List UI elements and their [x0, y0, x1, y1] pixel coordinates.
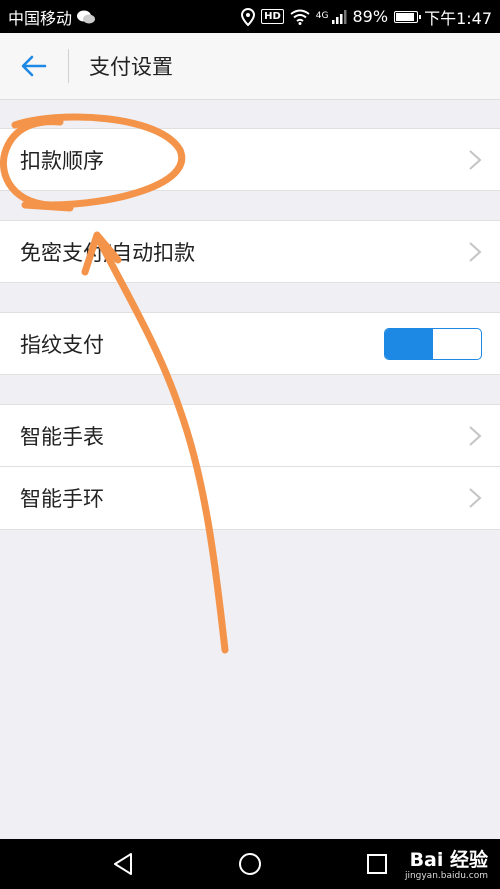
status-left: 中国移动 — [8, 5, 96, 29]
annotation-underline — [21, 201, 74, 212]
signal-icon — [331, 9, 346, 24]
battery-icon — [394, 10, 422, 23]
chevron-right-icon — [469, 425, 482, 446]
settings-group-4: 智能手表 智能手环 — [0, 404, 500, 530]
network-type: 4G — [315, 10, 329, 21]
setting-label: 扣款顺序 — [20, 148, 104, 173]
settings-group-3: 指纹支付 — [0, 312, 500, 375]
watermark-url: jingyan.baidu.com — [404, 871, 488, 881]
status-time: 下午1:47 — [424, 8, 492, 28]
battery-percent: 89% — [352, 7, 389, 26]
page-title: 支付设置 — [89, 55, 173, 79]
toggle-on-fill — [385, 328, 433, 359]
setting-row-deduction-order[interactable]: 扣款顺序 — [0, 128, 500, 191]
chevron-right-icon — [469, 149, 482, 170]
chevron-right-icon — [469, 488, 482, 508]
setting-label: 免密支付/自动扣款 — [20, 240, 196, 265]
status-bar: 中国移动 HD 4G 89% 下午1:47 — [0, 0, 500, 33]
wechat-icon — [77, 10, 96, 23]
app-header: 支付设置 — [0, 33, 500, 100]
wifi-icon — [290, 9, 310, 25]
back-button[interactable] — [0, 33, 68, 100]
location-icon — [241, 7, 256, 26]
chevron-right-icon — [469, 241, 482, 262]
setting-label: 智能手表 — [20, 424, 104, 449]
nav-back-icon[interactable] — [112, 852, 134, 876]
setting-row-fingerprint-payment[interactable]: 指纹支付 — [0, 312, 500, 375]
carrier-name: 中国移动 — [8, 8, 73, 28]
setting-row-smart-band[interactable]: 智能手环 — [0, 467, 500, 530]
header-divider — [68, 49, 69, 83]
setting-row-smart-watch[interactable]: 智能手表 — [0, 404, 500, 467]
baidu-watermark: Bai 经验 jingyan.baidu.com — [405, 851, 488, 881]
nav-recents-icon[interactable] — [366, 853, 388, 875]
status-right: HD 4G 89% 下午1:47 — [241, 5, 492, 29]
back-arrow-icon — [21, 55, 47, 77]
hd-badge: HD — [261, 9, 284, 24]
settings-group-2: 免密支付/自动扣款 — [0, 220, 500, 283]
settings-group-1: 扣款顺序 — [0, 128, 500, 191]
setting-label: 指纹支付 — [20, 332, 104, 357]
watermark-brand: Bai 经验 — [409, 849, 488, 871]
setting-row-password-free-payment[interactable]: 免密支付/自动扣款 — [0, 220, 500, 283]
setting-label: 智能手环 — [20, 487, 104, 511]
nav-home-icon[interactable] — [238, 852, 262, 876]
fingerprint-toggle[interactable] — [384, 327, 482, 360]
toggle-knob — [435, 330, 479, 357]
